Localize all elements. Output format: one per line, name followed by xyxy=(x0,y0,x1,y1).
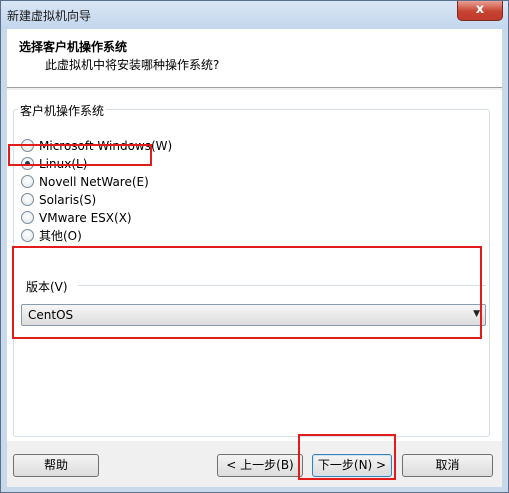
radio-option-solaris[interactable]: Solaris(S) xyxy=(21,191,96,208)
wizard-header: 选择客户机操作系统 此虚拟机中将安装哪种操作系统? xyxy=(7,29,502,88)
radio-solaris[interactable] xyxy=(21,193,34,206)
radio-netware[interactable] xyxy=(21,175,34,188)
title-bar[interactable]: 新建虚拟机向导 x xyxy=(1,1,508,29)
radio-esx[interactable] xyxy=(21,211,34,224)
radio-option-other[interactable]: 其他(O) xyxy=(21,227,82,244)
radio-label-esx: VMware ESX(X) xyxy=(39,210,132,225)
guest-os-group-label: 客户机操作系统 xyxy=(18,102,107,119)
radio-option-esx[interactable]: VMware ESX(X) xyxy=(21,209,132,226)
page-subtitle: 此虚拟机中将安装哪种操作系统? xyxy=(45,58,220,72)
radio-label-solaris: Solaris(S) xyxy=(39,192,97,207)
radio-option-netware[interactable]: Novell NetWare(E) xyxy=(21,173,149,190)
help-button[interactable]: 帮助 xyxy=(13,454,99,477)
cancel-button[interactable]: 取消 xyxy=(402,454,493,477)
window-title: 新建虚拟机向导 xyxy=(7,9,92,23)
back-button[interactable]: < 上一步(B) xyxy=(217,454,303,477)
close-icon: x xyxy=(475,2,485,17)
page-title: 选择客户机操作系统 xyxy=(19,40,128,54)
radio-label-netware: Novell NetWare(E) xyxy=(39,174,149,189)
annotation-box-linux xyxy=(8,144,152,166)
close-button[interactable]: x xyxy=(457,1,503,21)
radio-label-other: 其他(O) xyxy=(39,229,82,243)
annotation-box-version xyxy=(12,246,482,339)
annotation-box-next xyxy=(298,434,396,480)
radio-other[interactable] xyxy=(21,229,34,242)
wizard-footer: 帮助 < 上一步(B) 下一步(N) > 取消 xyxy=(7,441,502,487)
